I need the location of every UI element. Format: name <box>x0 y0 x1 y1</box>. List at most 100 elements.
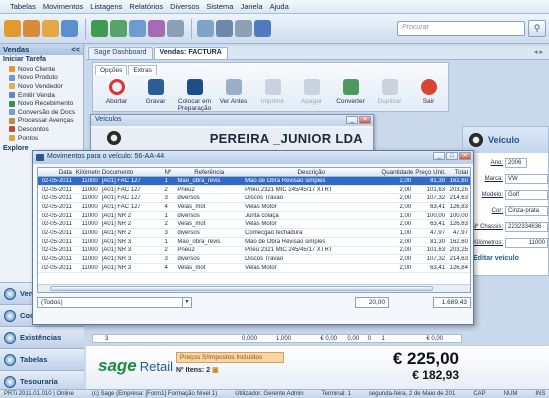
grid-header: Data Kilómetros Documento Nº Referência … <box>38 168 470 177</box>
sidebar-item[interactable]: Novo Vendedor <box>0 82 83 91</box>
menu-tabelas[interactable]: Tabelas <box>10 2 36 11</box>
search-input[interactable]: Procurar <box>397 21 525 36</box>
year-field[interactable]: 2006 <box>505 157 527 168</box>
tools-icon[interactable] <box>235 20 252 37</box>
sidebar-item[interactable]: Emitir Venda <box>0 91 83 100</box>
edit-vehicle-link[interactable]: Editar veículo <box>463 255 548 262</box>
minimize-button[interactable]: _ <box>346 116 358 124</box>
close-button[interactable]: ✕ <box>459 152 471 160</box>
table-cell: 02-05-2011 <box>41 186 72 193</box>
document-icon[interactable] <box>91 20 108 37</box>
nav-existencias[interactable]: Existências <box>0 326 84 348</box>
nav-tabelas[interactable]: Tabelas <box>0 348 84 370</box>
filter-select[interactable]: (Todos) ▼ <box>37 297 192 308</box>
document-icon[interactable] <box>110 20 127 37</box>
table-row[interactable]: 02-05-2011 11000 [A01] FAC 127 3 diversos Dis… <box>38 194 470 204</box>
sidebar-item[interactable]: Novo Recebimento <box>0 99 83 108</box>
table-row[interactable]: 02-05-2011 11000 [A01] FAC 127 2 Pneu2 Pneu 2… <box>38 186 470 195</box>
table-row[interactable]: 02-05-2011 11000 [A01] NR 3 2 Pneu2 Pneu 2321… <box>38 247 470 256</box>
people-icon[interactable] <box>23 20 40 37</box>
column-header[interactable]: Nº <box>162 169 175 176</box>
sidebar-item[interactable]: Descontos <box>0 125 83 134</box>
menu-listagens[interactable]: Listagens <box>90 2 122 11</box>
abort-button[interactable]: Abortar <box>97 79 136 112</box>
horizontal-scrollbar[interactable] <box>38 284 470 292</box>
settings-icon[interactable] <box>167 20 184 37</box>
button-label: Abortar <box>105 98 128 105</box>
table-row[interactable]: 02-05-2011 11000 [A01] NR 3 4 Velas_mot Velas… <box>38 264 470 273</box>
table-cell: Pneu2 <box>177 186 195 193</box>
column-header[interactable]: Documento <box>100 169 163 176</box>
table-row[interactable]: 02-05-2011 11000 [A01] NR 2 2 Velas_mot Velas… <box>38 220 470 230</box>
column-header[interactable]: Descrição <box>243 169 379 176</box>
sidebar-item[interactable]: Pontos <box>0 134 83 143</box>
chevron-down-icon[interactable]: ▼ <box>182 298 191 307</box>
prepare-button[interactable]: Colocar em Preparação <box>175 79 214 112</box>
menu-movimentos[interactable]: Movimentos <box>43 2 83 11</box>
convert-button[interactable]: Converter <box>331 79 370 112</box>
tab-dashboard[interactable]: Sage Dashboard <box>88 47 153 59</box>
document-line[interactable]: 3 0,000 1,000 € 0,00 0,00 0 1 € 0,00 <box>92 334 462 343</box>
column-header[interactable]: Quantidade <box>379 169 413 176</box>
tab-factura[interactable]: Vendas: FACTURA <box>153 47 228 59</box>
exit-button[interactable]: Sair <box>409 79 448 112</box>
menu-diversos[interactable]: Diversos <box>170 2 199 11</box>
scroll-thumb[interactable] <box>50 286 433 291</box>
ribbon-tab-opcoes[interactable]: Opções <box>95 65 128 75</box>
table-cell: 02-05-2011 <box>41 203 72 210</box>
chart-icon[interactable] <box>197 20 214 37</box>
people-icon[interactable] <box>61 20 78 37</box>
print-button[interactable]: Imprimir <box>253 79 292 112</box>
ribbon-tab-extras[interactable]: Extras <box>128 65 157 75</box>
status-cap: CAP <box>473 391 486 397</box>
search-icon[interactable]: ⚲ <box>528 20 546 37</box>
column-header[interactable]: Data <box>38 169 74 176</box>
people-icon[interactable] <box>4 20 21 37</box>
calculator-icon[interactable] <box>216 20 233 37</box>
table-row[interactable]: 02-05-2011 11000 [A01] FAC 127 4 Velas_mot Ve… <box>38 203 470 212</box>
collapse-button[interactable]: << <box>71 45 80 54</box>
table-cell: 2,00 <box>399 238 412 245</box>
menu-janela[interactable]: Janela <box>240 2 262 11</box>
minimize-button[interactable]: _ <box>433 152 445 160</box>
table-row[interactable]: 02-05-2011 11000 [A01] NR 2 1 diversos Junta … <box>38 212 470 221</box>
column-header[interactable]: Kilómetros <box>74 169 100 176</box>
people-icon[interactable] <box>42 20 59 37</box>
menu-relatorios[interactable]: Relatórios <box>129 2 163 11</box>
table-row[interactable]: 02-05-2011 11000 [A01] FAC 127 1 Mao_obra_re… <box>38 177 470 186</box>
model-field[interactable]: Golf <box>505 189 548 200</box>
table-cell: 101,63 <box>426 247 446 254</box>
preview-icon <box>225 79 242 95</box>
table-row[interactable]: 02-05-2011 11000 [A01] NR 3 3 diversos Discos… <box>38 255 470 264</box>
sidebar-item[interactable]: Novo Produto <box>0 74 83 83</box>
table-row[interactable]: 02-05-2011 11000 [A01] NR 2 3 diversos Comecg… <box>38 229 470 238</box>
maximize-button[interactable]: □ <box>446 152 458 160</box>
menu-ajuda[interactable]: Ajuda <box>270 2 289 11</box>
line-value: 0 <box>367 335 371 342</box>
tax-mode-select[interactable]: Preços S/Impostos Incluídos <box>176 352 284 363</box>
table-cell: 1,00 <box>399 212 412 219</box>
column-header[interactable]: Preço Unit. <box>413 169 447 176</box>
sidebar-item[interactable]: Conversão de Docs <box>0 108 83 117</box>
column-header[interactable]: Referência <box>175 169 243 176</box>
tabs-nav-arrows[interactable]: ◂ ▸ <box>534 48 543 56</box>
sidebar-item[interactable]: Processar Avenças <box>0 117 83 126</box>
km-field[interactable]: 11000 <box>505 237 548 248</box>
duplicate-button[interactable]: Duplicar <box>370 79 409 112</box>
close-button[interactable]: ✕ <box>359 116 371 124</box>
preview-button[interactable]: Ver Antes <box>214 79 253 112</box>
brand-field[interactable]: VW <box>505 173 548 184</box>
products-icon[interactable] <box>148 20 165 37</box>
document-icon[interactable] <box>129 20 146 37</box>
sidebar-item[interactable]: Novo Cliente <box>0 65 83 74</box>
movements-window: Movimentos para o veículo: 56-AA-44 _ □ ✕ … <box>32 150 474 325</box>
delete-button[interactable]: Apagar <box>292 79 331 112</box>
menu-sistema[interactable]: Sistema <box>206 2 233 11</box>
table-row[interactable]: 02-05-2011 11000 [A01] NR 3 1 Mao_obra_revis… <box>38 238 470 247</box>
save-button[interactable]: Gravar <box>136 79 175 112</box>
chassis-field[interactable]: 2232334636 <box>505 221 548 232</box>
table-cell: Discos Travao <box>245 256 284 263</box>
color-field[interactable]: Cinza-prata <box>505 205 548 216</box>
email-icon[interactable] <box>254 20 271 37</box>
column-header[interactable]: Total <box>447 169 470 176</box>
